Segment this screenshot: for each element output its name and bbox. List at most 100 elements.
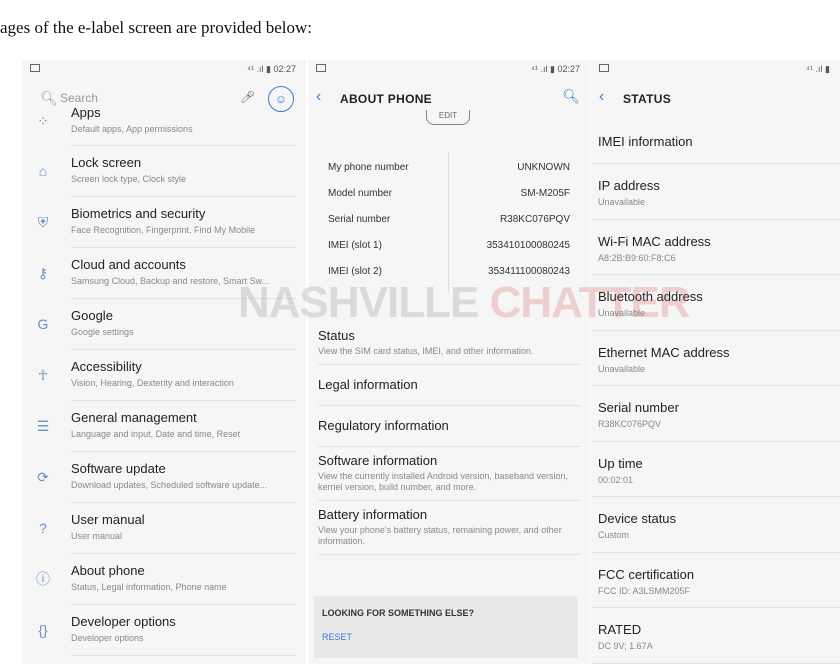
- settings-item-subtitle: Samsung Cloud, Backup and restore, Smart…: [71, 276, 270, 286]
- about-item[interactable]: Status View the SIM card status, IMEI, an…: [308, 322, 590, 365]
- about-item[interactable]: Regulatory information: [308, 406, 590, 447]
- settings-item-title: Google: [71, 308, 113, 323]
- divider: [318, 554, 580, 555]
- info-key: Model number: [328, 188, 392, 199]
- google-icon: G: [37, 316, 49, 332]
- microphone-icon[interactable]: 🎤︎: [240, 90, 255, 104]
- image-icon: [599, 64, 609, 72]
- status-item-subtitle: Unavailable: [598, 308, 646, 318]
- info-value: SM-M205F: [520, 188, 570, 199]
- settings-item-subtitle: Download updates, Scheduled software upd…: [71, 480, 268, 490]
- status-item[interactable]: Wi-Fi MAC address A8:2B:B9:60:F8:C6: [591, 220, 840, 275]
- about-item-title: Battery information: [318, 507, 428, 522]
- settings-item-title: Lock screen: [71, 155, 142, 170]
- about-item[interactable]: Software information View the currently i…: [308, 447, 590, 501]
- status-bar-right: ⁴¹ .ıl ▮: [806, 64, 830, 74]
- settings-item-title: Cloud and accounts: [71, 257, 186, 272]
- image-icon: [30, 64, 40, 72]
- info-value: 353410100080245: [486, 240, 570, 251]
- about-item-title: Regulatory information: [318, 418, 449, 433]
- settings-screen: ⁴¹ .ıl ▮ 02:27 🔍︎ Search 🎤︎ ☺ ⁘ Apps Defau…: [22, 60, 306, 664]
- settings-item-title: Accessibility: [71, 359, 142, 374]
- reset-link[interactable]: RESET: [322, 632, 352, 642]
- status-item[interactable]: Up time 00:02:01: [591, 442, 840, 497]
- status-bar: ⁴¹ .ıl ▮ 02:27: [308, 60, 590, 80]
- status-item-title: RATED: [598, 622, 642, 637]
- about-item[interactable]: Battery information View your phone's bat…: [308, 501, 590, 555]
- looking-for-something-else: LOOKING FOR SOMETHING ELSE? RESET: [314, 596, 578, 658]
- info-row: Serial number R38KC076PQV: [318, 207, 578, 233]
- settings-item[interactable]: ⌂ Lock screen Screen lock type, Clock styl…: [22, 146, 306, 197]
- status-item[interactable]: Ethernet MAC address Unavailable: [591, 331, 840, 386]
- status-list: IMEI information IP address Unavailable Wi-…: [591, 122, 840, 664]
- settings-item[interactable]: ⛨ Biometrics and security Face Recognition…: [22, 197, 306, 248]
- lock-icon: ⌂: [38, 163, 48, 179]
- page-title: ABOUT PHONE: [340, 92, 432, 106]
- settings-item-subtitle: Vision, Hearing, Dexterity and interacti…: [71, 378, 234, 388]
- settings-item[interactable]: ? User manual User manual: [22, 503, 306, 554]
- divider: [71, 655, 296, 656]
- info-key: IMEI (slot 2): [328, 266, 382, 277]
- status-item[interactable]: Serial number R38KC076PQV: [591, 386, 840, 442]
- status-item[interactable]: Device status Custom: [591, 497, 840, 553]
- search-icon[interactable]: 🔍︎: [562, 88, 580, 105]
- status-item-subtitle: Unavailable: [598, 197, 646, 207]
- status-item-title: Up time: [598, 455, 643, 471]
- status-item[interactable]: IP address Unavailable: [591, 164, 840, 220]
- status-item-title: Wi-Fi MAC address: [598, 233, 711, 249]
- settings-item[interactable]: G Google Google settings: [22, 299, 306, 350]
- settings-item[interactable]: ⓘ About phone Status, Legal information, P…: [22, 554, 306, 605]
- settings-item-subtitle: Face Recognition, Fingerprint, Find My M…: [71, 225, 256, 235]
- status-item[interactable]: FCC certification FCC ID: A3LSMM205F: [591, 553, 840, 608]
- search-input[interactable]: Search: [60, 91, 98, 105]
- about-item-subtitle: View the currently installed Android ver…: [318, 471, 568, 492]
- settings-item-title: Biometrics and security: [71, 206, 206, 221]
- settings-item[interactable]: ⟳ Software update Download updates, Schedu…: [22, 452, 306, 503]
- status-item[interactable]: RATED DC 9V; 1.67A: [591, 608, 840, 664]
- key-icon: ⚷: [37, 265, 49, 281]
- settings-item-subtitle: Default apps, App permissions: [71, 124, 193, 134]
- status-item-subtitle: FCC ID: A3LSMM205F: [598, 585, 691, 596]
- about-item-title: Status: [318, 328, 355, 343]
- status-bar-right: ⁴¹ .ıl ▮ 02:27: [247, 64, 296, 74]
- about-item-title: Legal information: [318, 377, 418, 392]
- settings-item-subtitle: User manual: [71, 531, 123, 541]
- status-item-subtitle: R38KC076PQV: [598, 419, 662, 429]
- settings-item[interactable]: ⁘ Apps Default apps, App permissions: [22, 105, 306, 146]
- settings-item[interactable]: {} Developer options Developer options: [22, 605, 306, 656]
- settings-item-subtitle: Google settings: [71, 327, 134, 337]
- settings-item-subtitle: Language and input, Date and time, Reset: [71, 429, 241, 439]
- info-value: UNKNOWN: [517, 162, 570, 173]
- back-icon[interactable]: ‹: [599, 88, 604, 106]
- info-value: R38KC076PQV: [499, 214, 570, 225]
- settings-item-subtitle: Status, Legal information, Phone name: [71, 582, 227, 592]
- edit-button[interactable]: EDIT: [426, 110, 470, 125]
- update-icon: ⟳: [37, 469, 49, 485]
- status-item[interactable]: Bluetooth address Unavailable: [591, 275, 840, 331]
- manual-icon: ?: [39, 520, 47, 536]
- apps-icon: ⁘: [37, 113, 49, 129]
- divider: [591, 662, 840, 664]
- device-info-table: My phone number UNKNOWN Model number SM-M20…: [318, 155, 578, 285]
- back-icon[interactable]: ‹: [316, 88, 321, 106]
- status-bar: ⁴¹ .ıl ▮: [591, 60, 840, 80]
- status-item-title: Device status: [598, 511, 677, 526]
- info-row: My phone number UNKNOWN: [318, 155, 578, 181]
- about-phone-screen: ⁴¹ .ıl ▮ 02:27 ‹ ABOUT PHONE 🔍︎ EDIT My …: [308, 60, 590, 664]
- settings-item-title: Developer options: [71, 614, 176, 629]
- status-item[interactable]: IMEI information: [591, 122, 840, 164]
- settings-item[interactable]: ⚷ Cloud and accounts Samsung Cloud, Backup…: [22, 248, 306, 299]
- about-phone-list: Status View the SIM card status, IMEI, an…: [308, 322, 590, 555]
- status-item-title: IP address: [598, 178, 660, 193]
- settings-item[interactable]: ☥ Accessibility Vision, Hearing, Dexterity…: [22, 350, 306, 401]
- settings-item[interactable]: ☰ General management Language and input, D…: [22, 401, 306, 452]
- shield-icon: ⛨: [37, 214, 49, 230]
- accessibility-icon: ☥: [37, 367, 49, 383]
- search-icon: 🔍︎: [40, 90, 58, 106]
- info-key: IMEI (slot 1): [328, 240, 382, 251]
- info-icon: ⓘ: [36, 571, 50, 587]
- status-bar-right: ⁴¹ .ıl ▮ 02:27: [531, 64, 580, 74]
- about-item[interactable]: Legal information: [308, 365, 590, 406]
- info-row: IMEI (slot 2) 353411100080243: [318, 259, 578, 285]
- status-item-title: FCC certification: [598, 566, 695, 582]
